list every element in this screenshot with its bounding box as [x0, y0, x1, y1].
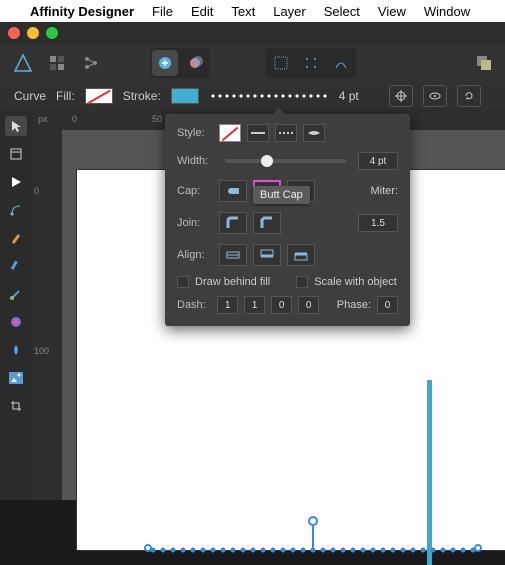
persona-designer-icon[interactable]: [10, 50, 36, 76]
phase-label: Phase:: [337, 299, 371, 311]
top-toolbar: [0, 44, 505, 82]
stroke-width-label[interactable]: 4 pt: [339, 89, 359, 103]
context-bar: Curve Fill: Stroke: 4 pt: [0, 82, 505, 110]
cap-tooltip: Butt Cap: [253, 186, 310, 204]
stroke-popover: Style: Width: 4 pt Cap: Miter: Join: 1.5…: [165, 114, 410, 326]
ruler-tick: 50: [152, 114, 162, 124]
menu-text[interactable]: Text: [231, 4, 255, 19]
crop-tool-icon[interactable]: [5, 396, 27, 416]
place-image-tool-icon[interactable]: [5, 368, 27, 388]
ruler-tick: 100: [34, 346, 49, 356]
node-handle[interactable]: [308, 516, 318, 526]
width-input[interactable]: 4 pt: [358, 152, 398, 170]
snap-points-icon[interactable]: [298, 50, 324, 76]
menu-view[interactable]: View: [378, 4, 406, 19]
window-minimize-button[interactable]: [27, 27, 39, 39]
width-slider[interactable]: [225, 159, 346, 163]
scale-with-label: Scale with object: [314, 276, 397, 288]
fill-swatch[interactable]: [85, 88, 113, 104]
corner-tool-icon[interactable]: [5, 200, 27, 220]
cap-round-button[interactable]: [219, 180, 247, 202]
ruler-unit-label: px: [38, 114, 48, 124]
snap-curve-icon[interactable]: [328, 50, 354, 76]
shape-rounded-icon[interactable]: [5, 452, 27, 472]
app-name[interactable]: Affinity Designer: [30, 4, 134, 19]
stroke-style-dash-button[interactable]: [275, 124, 297, 142]
width-label: Width:: [177, 155, 213, 167]
draw-behind-checkbox[interactable]: [177, 276, 189, 288]
panel-layout-icon[interactable]: [473, 52, 495, 74]
menu-edit[interactable]: Edit: [191, 4, 213, 19]
window-titlebar: [0, 22, 505, 44]
mac-menubar: Affinity Designer File Edit Text Layer S…: [0, 0, 505, 22]
left-tool-panel: [0, 110, 32, 500]
stroke-style-preview[interactable]: [209, 94, 329, 98]
transform-origin-icon[interactable]: [389, 85, 413, 107]
join-round-button[interactable]: [219, 212, 247, 234]
stroke-style-solid-button[interactable]: [247, 124, 269, 142]
dash-input-2[interactable]: 0: [271, 296, 292, 314]
align-label: Align:: [177, 249, 213, 261]
node-tool-icon[interactable]: [5, 172, 27, 192]
dash-label: Dash:: [177, 299, 211, 311]
align-outside-button[interactable]: [287, 244, 315, 266]
pencil-tool-icon[interactable]: [5, 256, 27, 276]
move-tool-icon[interactable]: [5, 116, 27, 136]
vertical-stroke-shape[interactable]: [427, 380, 432, 565]
width-slider-thumb[interactable]: [261, 155, 273, 167]
join-bevel-button[interactable]: [253, 212, 281, 234]
ruler-left: 0 100: [32, 130, 62, 500]
menu-window[interactable]: Window: [424, 4, 470, 19]
context-mode-label: Curve: [14, 89, 46, 103]
align-inside-button[interactable]: [253, 244, 281, 266]
join-label: Join:: [177, 217, 213, 229]
menu-select[interactable]: Select: [324, 4, 360, 19]
miter-label: Miter:: [371, 185, 399, 197]
add-layer-icon[interactable]: [152, 50, 178, 76]
fill-label: Fill:: [56, 89, 75, 103]
menu-file[interactable]: File: [152, 4, 173, 19]
scale-with-checkbox[interactable]: [296, 276, 308, 288]
ruler-tick: 0: [34, 186, 39, 196]
align-center-button[interactable]: [219, 244, 247, 266]
fill-tool-icon[interactable]: [5, 312, 27, 332]
snap-grid-icon[interactable]: [268, 50, 294, 76]
stroke-swatch[interactable]: [171, 88, 199, 104]
persona-export-icon[interactable]: [78, 50, 104, 76]
stroke-label: Stroke:: [123, 89, 161, 103]
window-close-button[interactable]: [8, 27, 20, 39]
stroke-style-none-button[interactable]: [219, 124, 241, 142]
shape-rect-icon[interactable]: [5, 424, 27, 444]
node-handle-line: [312, 526, 314, 548]
phase-input[interactable]: 0: [377, 296, 398, 314]
reset-box-icon[interactable]: [457, 85, 481, 107]
style-label: Style:: [177, 127, 213, 139]
miter-input[interactable]: 1.5: [358, 214, 398, 232]
menu-layer[interactable]: Layer: [273, 4, 306, 19]
stroke-style-brush-button[interactable]: [303, 124, 325, 142]
window-maximize-button[interactable]: [46, 27, 58, 39]
shape-ellipse-icon[interactable]: [5, 480, 27, 500]
artboard-tool-icon[interactable]: [5, 144, 27, 164]
path-node-left[interactable]: [144, 544, 152, 552]
toolbar-fx-icon[interactable]: [182, 50, 208, 76]
cap-label: Cap:: [177, 185, 213, 197]
show-rotation-icon[interactable]: [423, 85, 447, 107]
dash-input-1[interactable]: 1: [244, 296, 265, 314]
path-node-right[interactable]: [474, 544, 482, 552]
transparency-tool-icon[interactable]: [5, 340, 27, 360]
ruler-tick: 0: [72, 114, 77, 124]
pen-tool-icon[interactable]: [5, 228, 27, 248]
brush-tool-icon[interactable]: [5, 284, 27, 304]
persona-pixel-icon[interactable]: [44, 50, 70, 76]
dash-input-3[interactable]: 0: [298, 296, 319, 314]
dash-input-0[interactable]: 1: [217, 296, 238, 314]
draw-behind-label: Draw behind fill: [195, 276, 270, 288]
